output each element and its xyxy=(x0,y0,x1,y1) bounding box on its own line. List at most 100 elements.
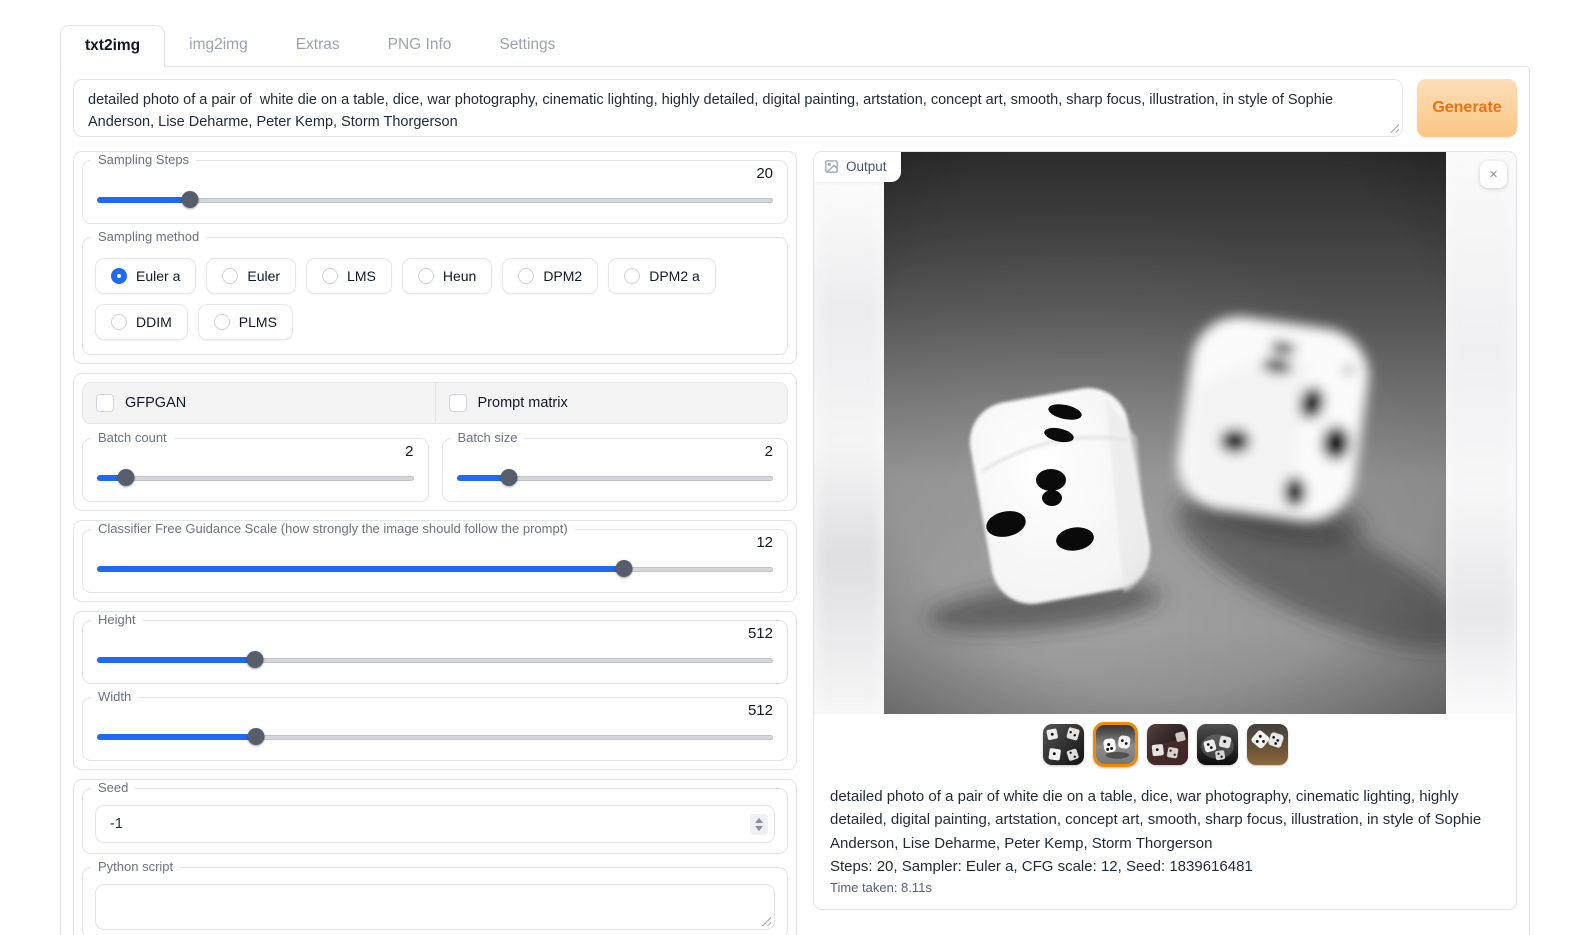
slider-handle[interactable] xyxy=(616,560,633,577)
prompt-row: detailed photo of a pair of white die on… xyxy=(73,79,1517,137)
sampling-steps-group: Sampling Steps 20 xyxy=(82,160,788,224)
app-window: txt2img img2img Extras PNG Info Settings… xyxy=(60,25,1530,935)
cfg-label: Classifier Free Guidance Scale (how stro… xyxy=(91,521,575,536)
settings-column: Sampling Steps 20 Sampling method Euler … xyxy=(73,151,797,935)
seed-input[interactable] xyxy=(100,816,750,832)
output-gallery xyxy=(814,714,1516,774)
batch-size-group: Batch size 2 xyxy=(442,438,789,502)
gallery-thumbnail-1[interactable] xyxy=(1043,724,1084,765)
radio-dot xyxy=(322,268,338,284)
width-slider[interactable] xyxy=(97,728,773,746)
batch-count-slider[interactable] xyxy=(97,469,414,487)
checkbox-label: GFPGAN xyxy=(125,395,186,411)
sampling-steps-slider[interactable] xyxy=(97,191,773,209)
seed-label: Seed xyxy=(91,780,135,795)
batch-size-value: 2 xyxy=(765,443,773,460)
slider-fill xyxy=(97,657,255,663)
tab-img2img[interactable]: img2img xyxy=(165,25,272,66)
batch-size-label: Batch size xyxy=(451,430,525,445)
caption-time-taken: Time taken: 8.11s xyxy=(830,880,1500,895)
radio-label: DPM2 xyxy=(543,268,582,284)
radio-plms[interactable]: PLMS xyxy=(198,304,293,340)
cfg-slider[interactable] xyxy=(97,560,773,578)
radio-label: Euler a xyxy=(136,268,180,284)
tab-txt2img[interactable]: txt2img xyxy=(60,25,165,67)
radio-label: Heun xyxy=(443,268,476,284)
gfpgan-checkbox[interactable]: GFPGAN xyxy=(83,383,436,423)
cfg-panel: Classifier Free Guidance Scale (how stro… xyxy=(73,520,797,602)
seed-script-panel: Seed Python script xyxy=(73,779,797,935)
sampling-panel: Sampling Steps 20 Sampling method Euler … xyxy=(73,151,797,364)
radio-lms[interactable]: LMS xyxy=(306,258,392,294)
slider-handle[interactable] xyxy=(181,191,198,208)
batch-count-value: 2 xyxy=(405,443,413,460)
batch-count-label: Batch count xyxy=(91,430,174,445)
slider-fill xyxy=(97,566,624,572)
output-tag: Output xyxy=(814,152,901,182)
seed-group: Seed xyxy=(82,788,788,854)
height-slider[interactable] xyxy=(97,651,773,669)
python-script-label: Python script xyxy=(91,859,180,874)
checkbox-label: Prompt matrix xyxy=(478,395,568,411)
prompt-textarea-wrap: detailed photo of a pair of white die on… xyxy=(73,79,1403,137)
slider-handle[interactable] xyxy=(500,469,517,486)
tab-extras[interactable]: Extras xyxy=(272,25,364,66)
options-panel: GFPGAN Prompt matrix Batch count 2 xyxy=(73,373,797,511)
radio-ddim[interactable]: DDIM xyxy=(95,304,188,340)
generated-image-dice[interactable] xyxy=(884,152,1446,714)
sampling-steps-value: 20 xyxy=(756,165,773,182)
gallery-thumbnail-4[interactable] xyxy=(1197,724,1238,765)
tab-settings[interactable]: Settings xyxy=(475,25,579,66)
radio-dot xyxy=(418,268,434,284)
gallery-thumbnail-3[interactable] xyxy=(1147,724,1188,765)
height-group: Height 512 xyxy=(82,620,788,684)
output-caption: detailed photo of a pair of white die on… xyxy=(814,774,1516,909)
checkbox-box xyxy=(449,394,467,412)
slider-track[interactable] xyxy=(97,198,773,203)
spinner-up-icon[interactable] xyxy=(755,818,763,823)
spinner-down-icon[interactable] xyxy=(755,826,763,831)
slider-handle[interactable] xyxy=(247,728,264,745)
radio-dot-selected xyxy=(111,268,127,284)
sampling-steps-label: Sampling Steps xyxy=(91,152,196,167)
sampling-method-label: Sampling method xyxy=(91,229,206,244)
radio-dpm2[interactable]: DPM2 xyxy=(502,258,598,294)
height-label: Height xyxy=(91,612,143,627)
slider-track[interactable] xyxy=(97,476,414,481)
dimensions-panel: Height 512 Width 512 xyxy=(73,611,797,770)
radio-label: PLMS xyxy=(239,314,277,330)
batch-count-group: Batch count 2 xyxy=(82,438,429,502)
number-spinner[interactable] xyxy=(750,814,768,835)
output-panel: Output × xyxy=(813,151,1517,910)
radio-dpm2-a[interactable]: DPM2 a xyxy=(608,258,716,294)
output-tag-label: Output xyxy=(846,159,887,174)
tab-bar: txt2img img2img Extras PNG Info Settings xyxy=(60,25,1530,66)
python-script-textarea[interactable] xyxy=(95,884,775,930)
prompt-textarea[interactable]: detailed photo of a pair of white die on… xyxy=(73,79,1403,137)
radio-euler-a[interactable]: Euler a xyxy=(95,258,196,294)
batch-size-slider[interactable] xyxy=(457,469,774,487)
cfg-group: Classifier Free Guidance Scale (how stro… xyxy=(82,529,788,593)
gallery-thumbnail-5[interactable] xyxy=(1247,724,1288,765)
close-icon[interactable]: × xyxy=(1480,161,1507,188)
generated-image-stage xyxy=(814,152,1516,714)
generate-button[interactable]: Generate xyxy=(1417,79,1517,137)
slider-handle[interactable] xyxy=(117,469,134,486)
txt2img-panel: detailed photo of a pair of white die on… xyxy=(60,66,1530,935)
tab-png-info[interactable]: PNG Info xyxy=(364,25,476,66)
height-value: 512 xyxy=(748,625,773,642)
radio-euler[interactable]: Euler xyxy=(206,258,296,294)
radio-heun[interactable]: Heun xyxy=(402,258,492,294)
slider-handle[interactable] xyxy=(246,651,263,668)
prompt-matrix-checkbox[interactable]: Prompt matrix xyxy=(436,383,788,423)
image-icon xyxy=(824,159,839,174)
radio-dot xyxy=(111,314,127,330)
seed-input-wrap xyxy=(95,805,775,843)
gallery-thumbnail-2-selected[interactable] xyxy=(1093,722,1138,767)
checkbox-box xyxy=(96,394,114,412)
python-script-group: Python script xyxy=(82,867,788,935)
slider-fill xyxy=(97,734,256,740)
radio-dot xyxy=(214,314,230,330)
slider-fill xyxy=(97,197,190,203)
sampling-method-radios: Euler a Euler LMS Heun DPM2 DPM2 a DDIM … xyxy=(95,254,775,346)
